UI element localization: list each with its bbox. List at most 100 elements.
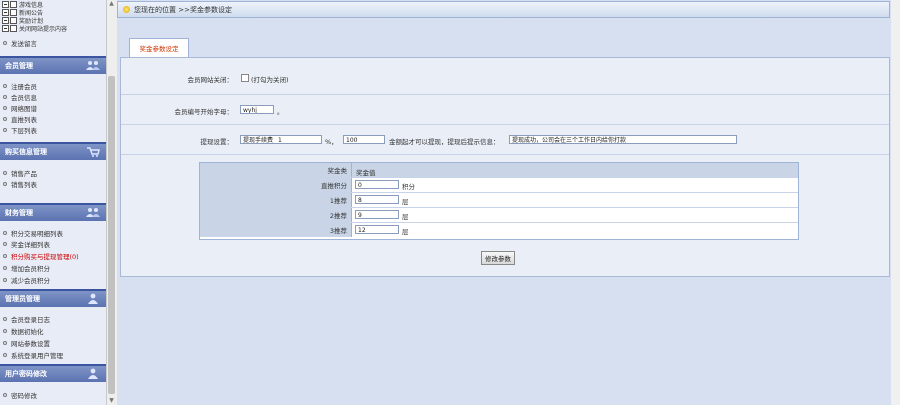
withdraw-fee-prefix: 提现手续费	[243, 137, 274, 144]
sidebar-link[interactable]: 系统登录用户管理	[3, 350, 63, 360]
checkbox-icon[interactable]	[10, 0, 17, 8]
section-title: 用户密码修改	[5, 370, 47, 378]
link-label: 下层列表	[11, 127, 37, 135]
section-title: 财务管理	[5, 209, 33, 217]
tree-item[interactable]: 游戏信息	[2, 0, 106, 9]
tree-toggle-icon	[2, 16, 9, 24]
cart-icon	[87, 147, 100, 157]
row-label: 2推荐	[200, 208, 352, 222]
row-label: 3推荐	[200, 223, 352, 237]
link-label: 会员信息	[11, 94, 37, 102]
link-label: 系统登录用户管理	[11, 352, 63, 360]
breadcrumb-text: 您现在的位置 >>奖金参数设定	[134, 5, 232, 14]
sidebar-link[interactable]: 会员登录日志	[3, 314, 50, 324]
sidebar-link[interactable]: 密码修改	[3, 390, 37, 400]
sidebar-link[interactable]: 数据初始化	[3, 326, 44, 336]
bullet-icon	[3, 117, 7, 121]
unit-label: 积分	[402, 183, 415, 191]
sidebar-link[interactable]: 积分购买与提现管理(0)	[3, 251, 79, 261]
link-label: 注册会员	[11, 83, 37, 91]
sidebar-link[interactable]: 增加会员积分	[3, 263, 50, 273]
row-label: 直推积分	[200, 178, 352, 192]
bullet-icon	[3, 254, 7, 258]
sidebar-link[interactable]: 网站参数设置	[3, 338, 50, 348]
location-icon	[123, 6, 130, 13]
checkbox-icon[interactable]	[10, 24, 17, 32]
site-closed-checkbox[interactable]	[241, 74, 249, 82]
form-row-withdraw: 提现设置： 提现手续费 1 %， 100 金额起才可以提现，提现后提示信息： 提…	[121, 125, 889, 155]
link-label: 积分购买与提现管理(0)	[11, 253, 79, 261]
bonus-value-input[interactable]: 0	[355, 180, 399, 189]
site-closed-label: 会员网站关闭：	[187, 76, 234, 84]
withdraw-fee-input[interactable]: 提现手续费 1	[240, 135, 322, 144]
link-label: 奖金详细列表	[11, 241, 50, 249]
sidebar-link[interactable]: 网络图谱	[3, 103, 37, 113]
link-label: 直推列表	[11, 116, 37, 124]
withdraw-message-input[interactable]: 提现成功，公司会在三个工作日内给你打款	[509, 135, 737, 144]
save-button[interactable]: 修改参数	[481, 251, 515, 265]
sidebar-link[interactable]: 销售产品	[3, 168, 37, 178]
section-title: 会员管理	[5, 62, 33, 70]
withdraw-fee-value: 1	[277, 137, 282, 144]
sidebar-link[interactable]: 直推列表	[3, 114, 37, 124]
unit-label: 层	[402, 198, 409, 206]
settings-panel: 会员网站关闭： (打勾为关闭) 会员编号开始字母： wyhj 。 提现设置： 提…	[120, 57, 890, 277]
tree-toggle-icon	[2, 8, 9, 16]
section-header-sales[interactable]: 购买信息管理	[0, 142, 106, 160]
sidebar-link[interactable]: 下层列表	[3, 125, 37, 135]
checkbox-icon[interactable]	[10, 16, 17, 24]
bullet-icon	[3, 393, 7, 397]
sidebar: 游戏信息 新闻公告 奖励计划 关闭网站提示内容 发送留言 会员管理 注册会员 会…	[0, 0, 106, 405]
bonus-value-input[interactable]: 9	[355, 210, 399, 219]
bullet-icon	[3, 341, 7, 345]
tree-item[interactable]: 新闻公告	[2, 8, 106, 17]
link-label: 积分交易明细列表	[11, 230, 63, 238]
section-title: 购买信息管理	[5, 148, 47, 156]
bullet-icon	[3, 231, 7, 235]
sidebar-link[interactable]: 销售列表	[3, 179, 37, 189]
scrollbar-thumb[interactable]	[108, 76, 115, 394]
scroll-up-icon[interactable]: ▲	[108, 0, 115, 8]
sidebar-link[interactable]: 注册会员	[3, 81, 37, 91]
header-value: 奖金值	[356, 169, 376, 177]
scroll-down-icon[interactable]: ▼	[108, 397, 115, 405]
bonus-value-input[interactable]: 8	[355, 195, 399, 204]
sidebar-tree: 游戏信息 新闻公告 奖励计划 关闭网站提示内容	[2, 0, 106, 33]
link-label: 增加会员积分	[11, 265, 50, 273]
prefix-label: 会员编号开始字母：	[174, 108, 234, 116]
users-icon	[86, 61, 100, 70]
table-row: 1推荐 8 层	[200, 193, 798, 208]
password-icon	[88, 368, 98, 379]
withdraw-min-text: 金额起才可以提现，提现后提示信息：	[389, 138, 500, 146]
bullet-icon	[3, 329, 7, 333]
bonus-table: 奖金类 奖金值 直推积分 0 积分 1推荐 8 层 2推荐 9 层 3推荐 12	[199, 162, 799, 240]
sidebar-link[interactable]: 奖金详细列表	[3, 239, 50, 249]
bullet-icon	[3, 266, 7, 270]
withdraw-percent-text: %，	[325, 138, 338, 146]
sidebar-scrollbar[interactable]: ▲ ▼	[106, 0, 117, 405]
link-label: 会员登录日志	[11, 316, 50, 324]
finance-icon	[86, 208, 100, 217]
bonus-value-input[interactable]: 12	[355, 225, 399, 234]
sidebar-link[interactable]: 减少会员积分	[3, 275, 50, 285]
sidebar-link[interactable]: 积分交易明细列表	[3, 228, 63, 238]
sidebar-link[interactable]: 会员信息	[3, 92, 37, 102]
section-header-admin[interactable]: 管理员管理	[0, 289, 106, 307]
form-row-site-closed: 会员网站关闭： (打勾为关闭)	[121, 58, 889, 95]
section-header-finance[interactable]: 财务管理	[0, 203, 106, 221]
section-title: 管理员管理	[5, 295, 40, 303]
checkbox-icon[interactable]	[10, 8, 17, 16]
section-header-member[interactable]: 会员管理	[0, 56, 106, 74]
page-scrollbar[interactable]	[891, 0, 900, 405]
link-label: 销售产品	[11, 170, 37, 178]
main-content: 您现在的位置 >>奖金参数设定 奖金参数设定 会员网站关闭： (打勾为关闭) 会…	[117, 0, 891, 405]
table-row: 直推积分 0 积分	[200, 178, 798, 193]
section-header-password[interactable]: 用户密码修改	[0, 364, 106, 382]
tree-toggle-icon	[2, 0, 9, 8]
sidebar-link-send-message[interactable]: 发送留言	[3, 38, 37, 48]
bullet-icon	[3, 278, 7, 282]
prefix-input[interactable]: wyhj	[240, 105, 274, 114]
tree-item[interactable]: 关闭网站提示内容	[2, 24, 106, 33]
tab-bonus-settings[interactable]: 奖金参数设定	[129, 38, 189, 57]
withdraw-min-input[interactable]: 100	[343, 135, 385, 144]
